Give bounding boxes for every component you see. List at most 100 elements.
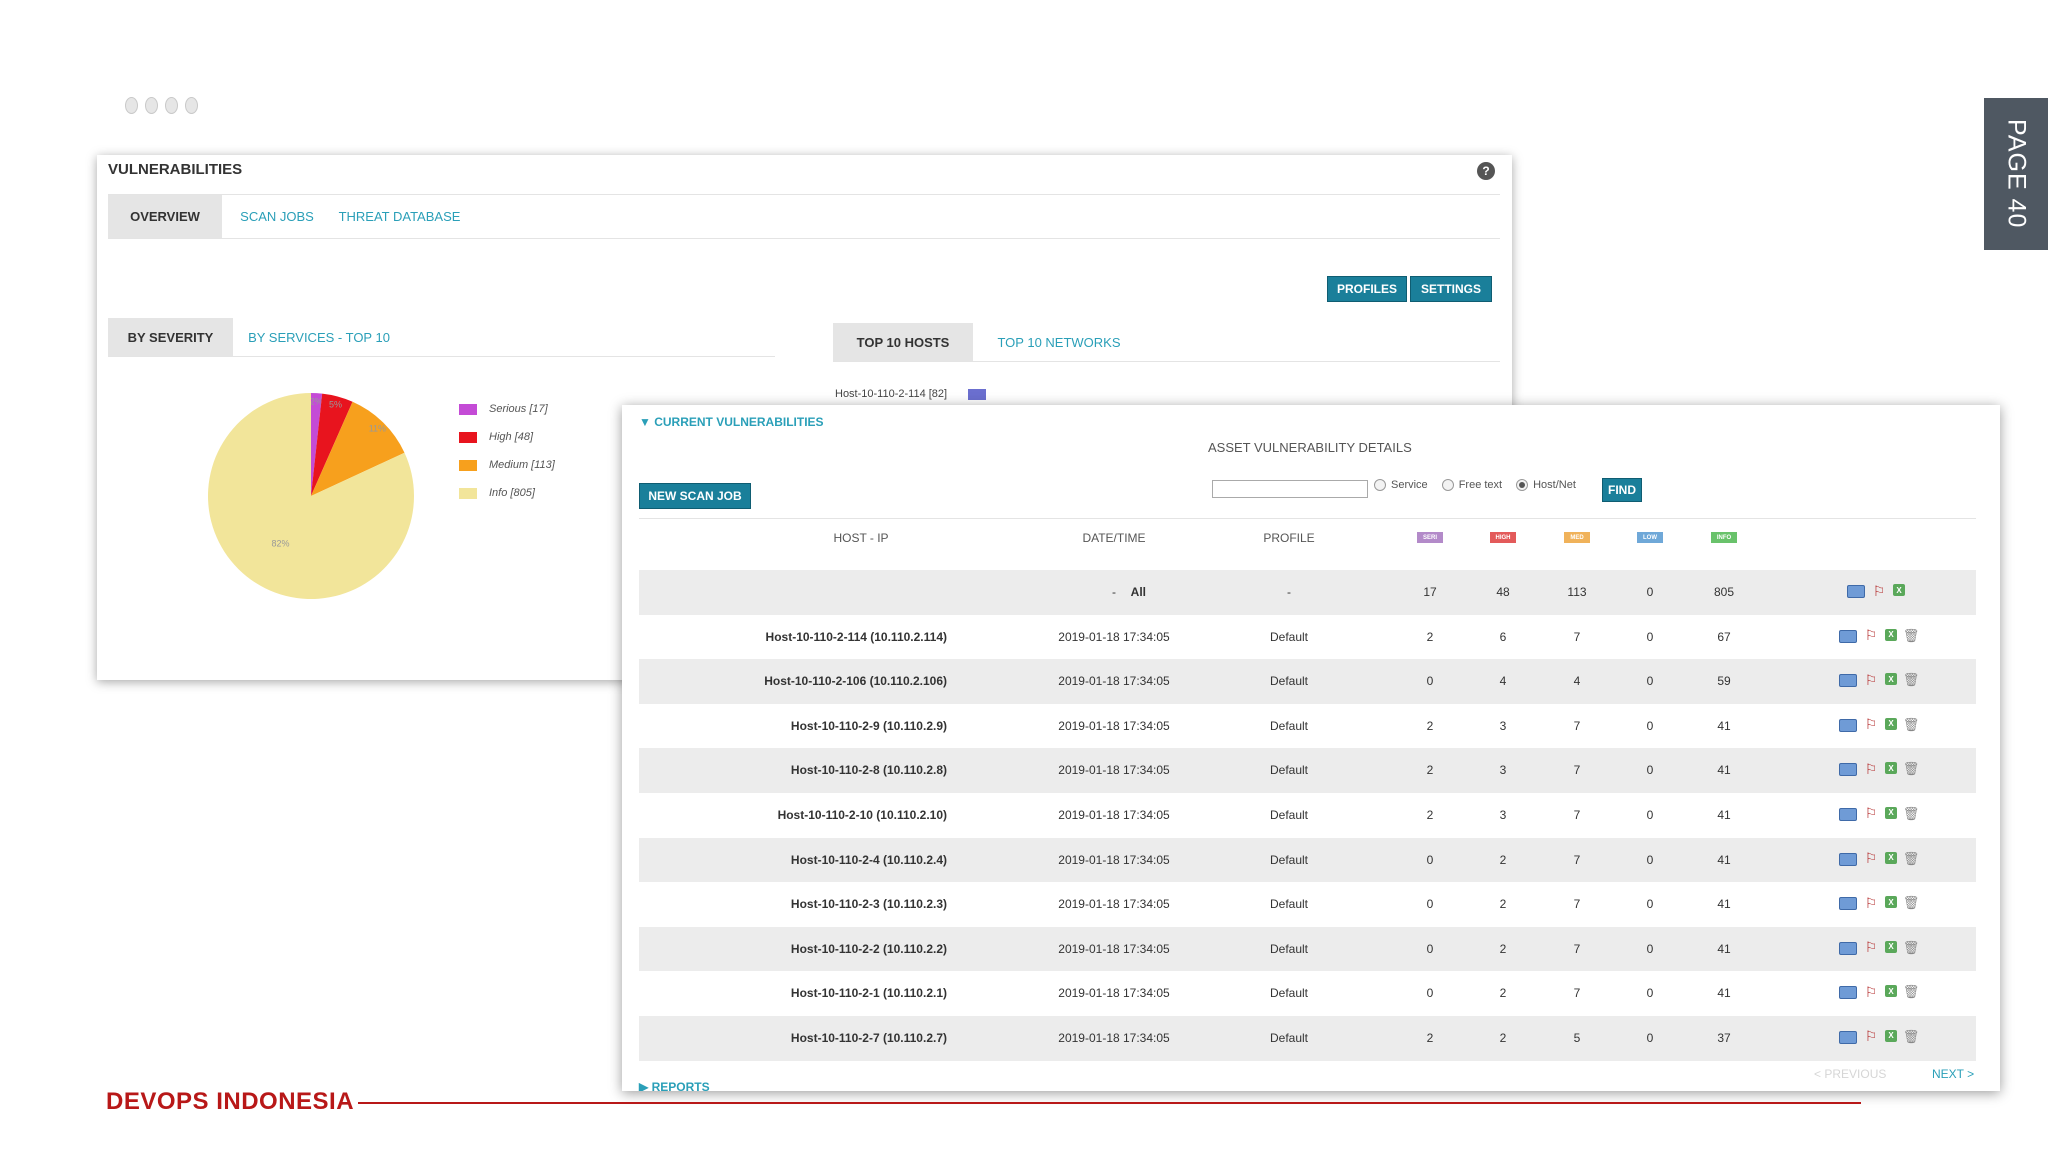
radio-free-text[interactable]: Free text	[1441, 479, 1502, 491]
monitor-icon[interactable]	[1839, 1030, 1857, 1044]
reports-link[interactable]: ▶ REPORTS	[639, 1080, 710, 1091]
table-row[interactable]: Host-10-110-2-9 (10.110.2.9) 2019-01-18 1…	[639, 704, 1976, 749]
monitor-icon[interactable]	[1839, 852, 1857, 866]
tab-scan-jobs[interactable]: SCAN JOBS	[228, 195, 326, 238]
trash-icon[interactable]: 🗑	[1902, 672, 1920, 688]
column-low-badge[interactable]: LOW	[1637, 532, 1663, 543]
table-row[interactable]: Host-10-110-2-106 (10.110.2.106) 2019-01-…	[639, 659, 1976, 704]
column-datetime[interactable]: DATE/TIME	[1082, 531, 1145, 545]
table-row[interactable]: Host-10-110-2-3 (10.110.2.3) 2019-01-18 1…	[639, 882, 1976, 927]
pdf-icon[interactable]: ⚐	[1862, 761, 1880, 777]
tab-threat-database[interactable]: THREAT DATABASE	[332, 195, 467, 238]
table-row[interactable]: Host-10-110-2-114 (10.110.2.114) 2019-01-…	[639, 615, 1976, 660]
previous-page-link[interactable]: < PREVIOUS	[1814, 1067, 1886, 1081]
page-number-label: PAGE 40	[2002, 119, 2031, 229]
med-cell: 7	[1573, 941, 1581, 956]
pdf-icon[interactable]: ⚐	[1862, 672, 1880, 688]
trash-icon[interactable]: 🗑	[1902, 984, 1920, 1000]
pdf-icon[interactable]: ⚐	[1862, 939, 1880, 956]
info-cell: 67	[1717, 629, 1731, 644]
column-info-badge[interactable]: INFO	[1711, 532, 1737, 543]
med-cell: 7	[1573, 852, 1581, 867]
excel-icon[interactable]: X	[1885, 985, 1897, 998]
pdf-icon[interactable]: ⚐	[1862, 895, 1880, 911]
trash-icon[interactable]: 🗑	[1902, 940, 1920, 956]
info-cell: 805	[1713, 585, 1735, 599]
row-actions: ⚐ X 🗑	[1839, 1028, 1920, 1045]
current-vulnerabilities-header[interactable]: ▼ CURRENT VULNERABILITIES	[639, 415, 824, 429]
monitor-icon[interactable]	[1839, 807, 1857, 821]
table-row[interactable]: Host-10-110-2-10 (10.110.2.10) 2019-01-18…	[639, 793, 1976, 838]
table-row[interactable]: Host-10-110-2-2 (10.110.2.2) 2019-01-18 1…	[639, 926, 1976, 972]
window-title: VULNERABILITIES	[108, 161, 243, 178]
excel-icon[interactable]: X	[1885, 896, 1897, 909]
excel-icon[interactable]: X	[1885, 628, 1897, 641]
next-page-link[interactable]: NEXT >	[1932, 1067, 1974, 1081]
table-row-all[interactable]: All - -17 48 113 0 805 ⚐ X	[639, 570, 1976, 615]
monitor-icon[interactable]	[1839, 941, 1857, 955]
excel-icon[interactable]: X	[1893, 584, 1905, 596]
trash-icon[interactable]: 🗑	[1902, 851, 1920, 867]
column-profile[interactable]: PROFILE	[1263, 531, 1314, 545]
radio-host-net[interactable]: Host/Net	[1516, 479, 1576, 491]
radio-service[interactable]: Service	[1374, 479, 1428, 491]
monitor-icon[interactable]	[1847, 585, 1865, 598]
high-cell: 2	[1499, 941, 1507, 956]
tab-overview[interactable]: OVERVIEW	[108, 195, 222, 238]
pdf-icon[interactable]: ⚐	[1862, 627, 1880, 644]
monitor-icon[interactable]	[1839, 718, 1857, 732]
new-scan-job-button[interactable]: NEW SCAN JOB	[639, 483, 751, 509]
section-title: CURRENT VULNERABILITIES	[654, 415, 824, 429]
tab-top-10-networks[interactable]: TOP 10 NETWORKS	[979, 323, 1139, 361]
excel-icon[interactable]: X	[1885, 717, 1897, 730]
tab-top-10-hosts[interactable]: TOP 10 HOSTS	[833, 323, 973, 361]
column-high-badge[interactable]: HIGH	[1490, 532, 1516, 543]
monitor-icon[interactable]	[1839, 629, 1857, 643]
tab-by-severity[interactable]: BY SEVERITY	[108, 318, 233, 356]
pdf-icon[interactable]: ⚐	[1862, 1028, 1880, 1045]
table-row[interactable]: Host-10-110-2-8 (10.110.2.8) 2019-01-18 1…	[639, 748, 1976, 793]
excel-icon[interactable]: X	[1885, 940, 1897, 953]
excel-icon[interactable]: X	[1885, 762, 1897, 775]
pie-label-high: 5%	[329, 399, 342, 409]
monitor-icon[interactable]	[1839, 897, 1857, 911]
pdf-icon[interactable]: ⚐	[1862, 984, 1880, 1000]
trash-icon[interactable]: 🗑	[1902, 761, 1920, 777]
table-row[interactable]: Host-10-110-2-7 (10.110.2.7) 2019-01-18 1…	[639, 1015, 1976, 1061]
datetime-cell: 2019-01-18 17:34:05	[1058, 897, 1170, 912]
settings-button[interactable]: SETTINGS	[1410, 276, 1492, 302]
search-input[interactable]	[1212, 480, 1368, 498]
monitor-icon[interactable]	[1839, 674, 1857, 688]
trash-icon[interactable]: 🗑	[1902, 717, 1920, 733]
trash-icon[interactable]: 🗑	[1902, 628, 1920, 644]
monitor-icon[interactable]	[1839, 763, 1857, 777]
column-host-ip[interactable]: HOST - IP	[833, 531, 888, 545]
top-host-label: Host-10-110-2-114 [82]	[835, 388, 948, 400]
excel-icon[interactable]: X	[1885, 851, 1897, 864]
excel-icon[interactable]: X	[1885, 673, 1897, 686]
pdf-icon[interactable]: ⚐	[1862, 805, 1880, 822]
trash-icon[interactable]: 🗑	[1902, 806, 1920, 822]
monitor-icon[interactable]	[1839, 986, 1857, 1000]
pdf-icon[interactable]: ⚐	[1862, 716, 1880, 733]
trash-icon[interactable]: 🗑	[1902, 895, 1920, 911]
datetime-cell: 2019-01-18 17:34:05	[1058, 852, 1170, 867]
column-serious-badge[interactable]: SERI	[1417, 532, 1443, 543]
table-row[interactable]: Host-10-110-2-1 (10.110.2.1) 2019-01-18 1…	[639, 971, 1976, 1016]
table-row[interactable]: Host-10-110-2-4 (10.110.2.4) 2019-01-18 1…	[639, 837, 1976, 883]
row-actions: ⚐ X 🗑	[1839, 627, 1920, 644]
column-medium-badge[interactable]: MED	[1564, 532, 1590, 543]
legend-label: High [48]	[489, 431, 534, 443]
pdf-icon[interactable]: ⚐	[1862, 850, 1880, 867]
help-icon[interactable]: ?	[1477, 162, 1495, 180]
divider	[639, 518, 1976, 519]
pdf-icon[interactable]: ⚐	[1870, 583, 1888, 599]
profiles-button[interactable]: PROFILES	[1327, 276, 1407, 302]
tab-by-services[interactable]: BY SERVICES - TOP 10	[239, 318, 399, 356]
find-button[interactable]: FIND	[1602, 478, 1642, 502]
dot	[145, 97, 158, 114]
excel-icon[interactable]: X	[1885, 1029, 1897, 1042]
trash-icon[interactable]: 🗑	[1902, 1029, 1920, 1045]
legend-item-info: Info [805]	[459, 479, 555, 507]
excel-icon[interactable]: X	[1885, 806, 1897, 819]
